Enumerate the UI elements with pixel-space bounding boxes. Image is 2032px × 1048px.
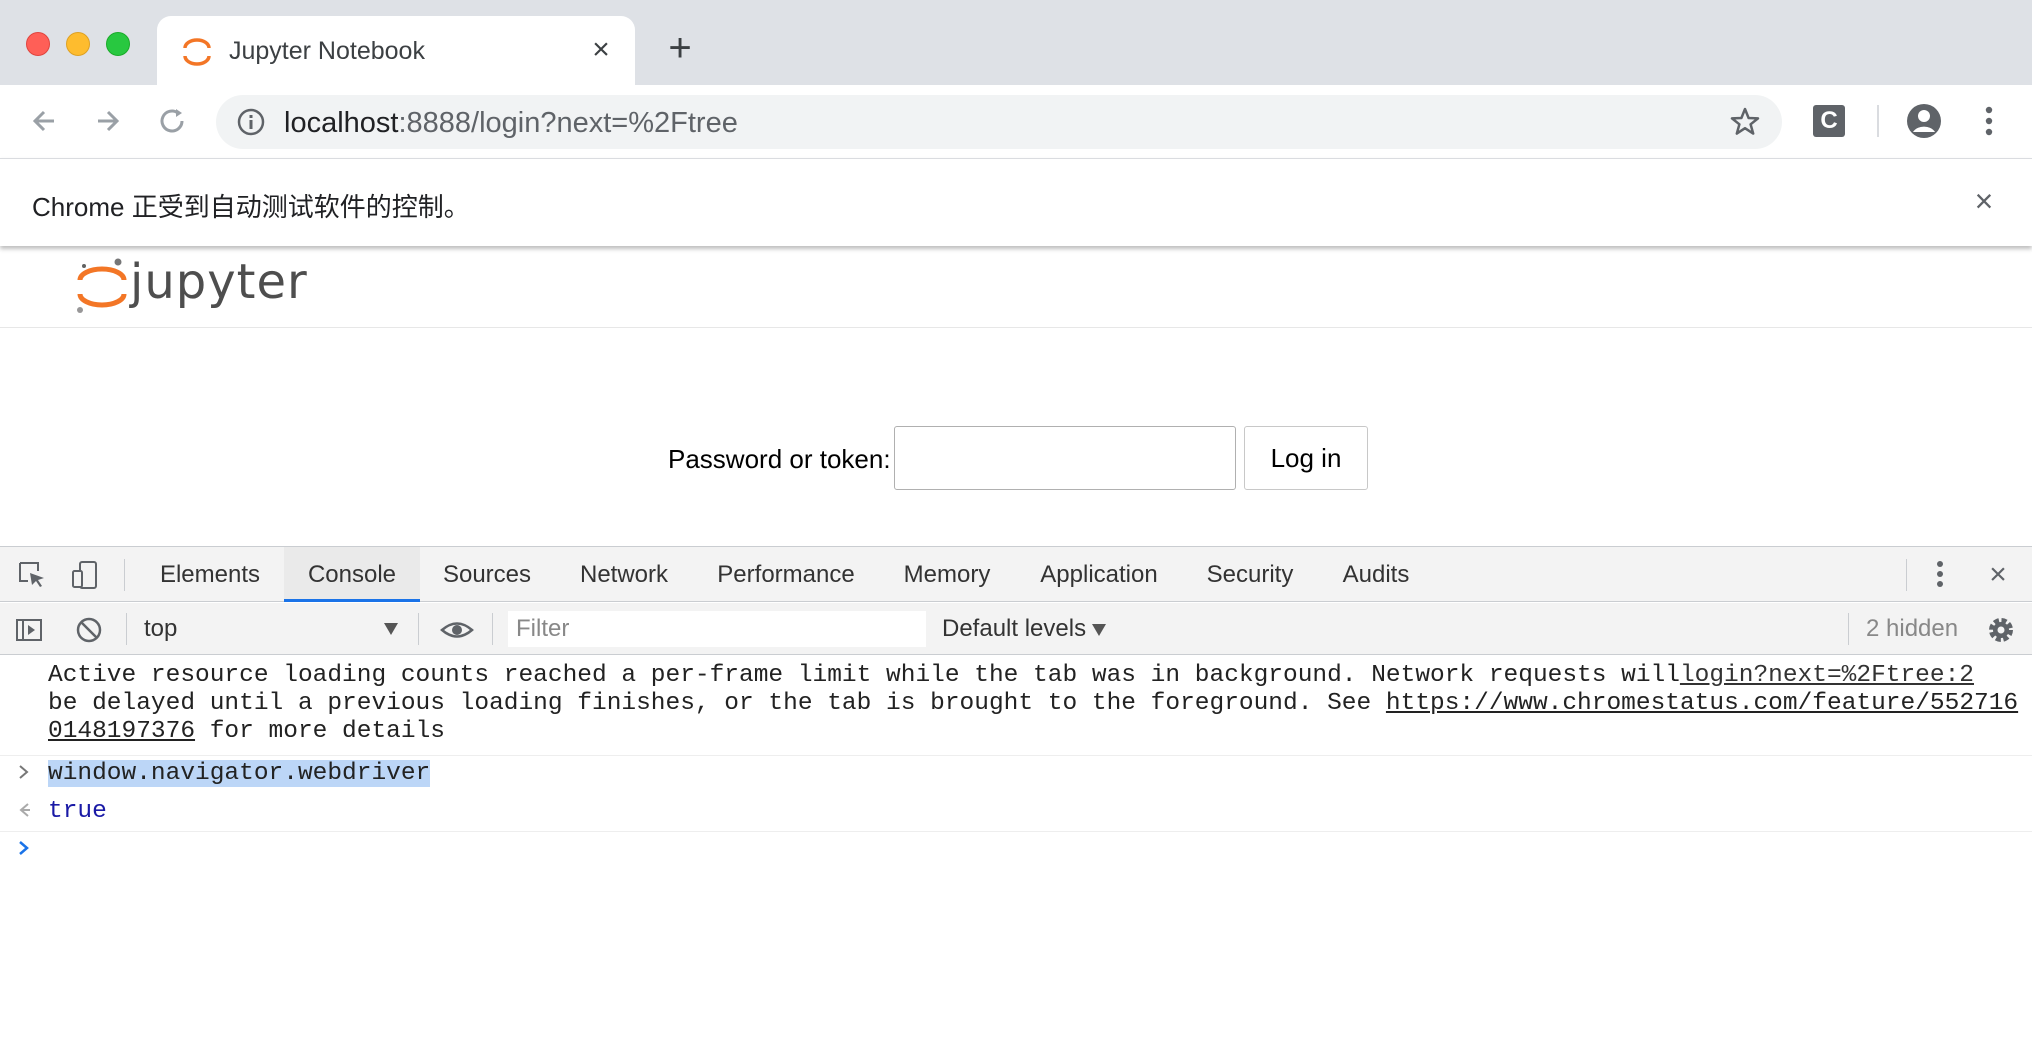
console-toolbar-divider: [126, 613, 127, 645]
new-tab-button[interactable]: +: [660, 28, 700, 68]
tab-security[interactable]: Security: [1190, 547, 1310, 602]
chromestatus-link[interactable]: https://www.chromestatus.com/feature/552…: [1386, 690, 2018, 717]
toolbar-divider: [1877, 105, 1879, 137]
tab-network[interactable]: Network: [562, 547, 686, 602]
log-levels-dropdown[interactable]: Default levels: [942, 615, 1107, 643]
input-chevron-icon: [19, 765, 29, 779]
extension-c-icon[interactable]: C: [1813, 105, 1845, 137]
jupyter-wordmark[interactable]: jupyter: [130, 254, 308, 310]
console-output-value: true: [48, 798, 107, 825]
reload-icon[interactable]: [152, 101, 192, 141]
profile-avatar-icon[interactable]: [1904, 101, 1944, 141]
warning-line-2-text: be delayed until a previous loading fini…: [48, 690, 1386, 717]
hidden-messages-count: 2 hidden: [1866, 615, 1959, 642]
browser-menu-icon[interactable]: [1974, 101, 2004, 141]
console-toolbar-divider: [1848, 613, 1849, 645]
message-source-link[interactable]: login?next=%2Ftree:2: [1680, 662, 1974, 690]
console-toolbar-divider: [418, 613, 419, 645]
window-minimize-button[interactable]: [66, 32, 90, 56]
browser-toolbar: localhost:8888/login?next=%2Ftree C: [0, 85, 2032, 158]
tab-elements[interactable]: Elements: [144, 547, 276, 602]
console-filter-input[interactable]: [508, 611, 926, 647]
prompt-chevron-icon: [19, 841, 29, 855]
live-expression-eye-icon[interactable]: [440, 615, 474, 645]
levels-dropdown-arrow-icon: [1092, 623, 1107, 636]
device-toolbar-icon[interactable]: [70, 559, 102, 591]
devtools-tabbar: Elements Console Sources Network Perform…: [0, 547, 2032, 602]
infobar-close-icon[interactable]: ×: [1966, 183, 2002, 219]
console-messages: Active resource loading counts reached a…: [0, 656, 2032, 1048]
back-arrow-icon[interactable]: [24, 101, 64, 141]
devtools-divider: [1906, 559, 1907, 591]
site-info-icon[interactable]: [236, 107, 266, 137]
tab-memory[interactable]: Memory: [886, 547, 1008, 602]
window-maximize-button[interactable]: [106, 32, 130, 56]
infobar-message: Chrome 正受到自动测试软件的控制。: [32, 192, 470, 222]
tab-application[interactable]: Application: [1026, 547, 1172, 602]
console-input-entry: window.navigator.webdriver: [0, 756, 2032, 794]
clear-console-icon[interactable]: [74, 615, 104, 645]
url-text[interactable]: localhost:8888/login?next=%2Ftree: [284, 107, 738, 140]
inspect-element-icon[interactable]: [16, 559, 48, 591]
console-toolbar: top Default levels 2 hidden: [0, 603, 2032, 655]
jupyter-logo-icon[interactable]: [72, 256, 132, 318]
warning-line-3-text: for more details: [195, 718, 445, 745]
chromestatus-link-continued[interactable]: 0148197376: [48, 718, 195, 745]
devtools-divider: [124, 559, 125, 591]
forward-arrow-icon[interactable]: [88, 101, 128, 141]
tab-performance[interactable]: Performance: [704, 547, 868, 602]
automation-infobar: Chrome 正受到自动测试软件的控制。 ×: [0, 158, 2032, 246]
browser-tabstrip: Jupyter Notebook × +: [0, 0, 2032, 85]
browser-tab-active[interactable]: Jupyter Notebook ×: [157, 16, 635, 85]
url-host: localhost: [284, 107, 399, 139]
console-message-warning: Active resource loading counts reached a…: [0, 656, 2032, 756]
warning-line-2: be delayed until a previous loading fini…: [48, 690, 2018, 718]
console-settings-gear-icon[interactable]: [1984, 613, 2018, 647]
jupyter-header: jupyter: [0, 246, 2032, 328]
password-input[interactable]: [894, 426, 1236, 490]
log-levels-label: Default levels: [942, 615, 1087, 642]
devtools-panel: Elements Console Sources Network Perform…: [0, 546, 2032, 1048]
tab-title: Jupyter Notebook: [229, 37, 425, 65]
devtools-close-icon[interactable]: ×: [1982, 559, 2014, 591]
console-output-entry: true: [0, 794, 2032, 832]
password-label: Password or token:: [668, 444, 891, 474]
tab-close-icon[interactable]: ×: [583, 32, 619, 68]
context-dropdown-arrow-icon[interactable]: [384, 623, 398, 635]
console-toolbar-divider: [492, 613, 493, 645]
console-input-text[interactable]: window.navigator.webdriver: [48, 760, 431, 788]
warning-line-3: 0148197376 for more details: [48, 718, 445, 746]
console-prompt[interactable]: [0, 832, 2032, 870]
selected-expression: window.navigator.webdriver: [48, 760, 431, 787]
login-button[interactable]: Log in: [1244, 426, 1368, 490]
page-content: jupyter Password or token: Log in: [0, 246, 2032, 546]
devtools-menu-icon[interactable]: [1930, 557, 1950, 591]
context-selector[interactable]: top: [144, 615, 177, 643]
show-sidebar-icon[interactable]: [14, 615, 44, 645]
jupyter-favicon-icon: [183, 38, 211, 66]
url-path: :8888/login?next=%2Ftree: [398, 107, 738, 139]
bookmark-star-icon[interactable]: [1728, 105, 1762, 139]
output-arrow-icon: [19, 803, 30, 817]
warning-line-1: Active resource loading counts reached a…: [48, 662, 1680, 689]
window-close-button[interactable]: [26, 32, 50, 56]
tab-audits[interactable]: Audits: [1326, 547, 1426, 602]
address-bar[interactable]: localhost:8888/login?next=%2Ftree: [216, 95, 1782, 149]
tab-sources[interactable]: Sources: [428, 547, 546, 602]
tab-console[interactable]: Console: [284, 547, 420, 602]
